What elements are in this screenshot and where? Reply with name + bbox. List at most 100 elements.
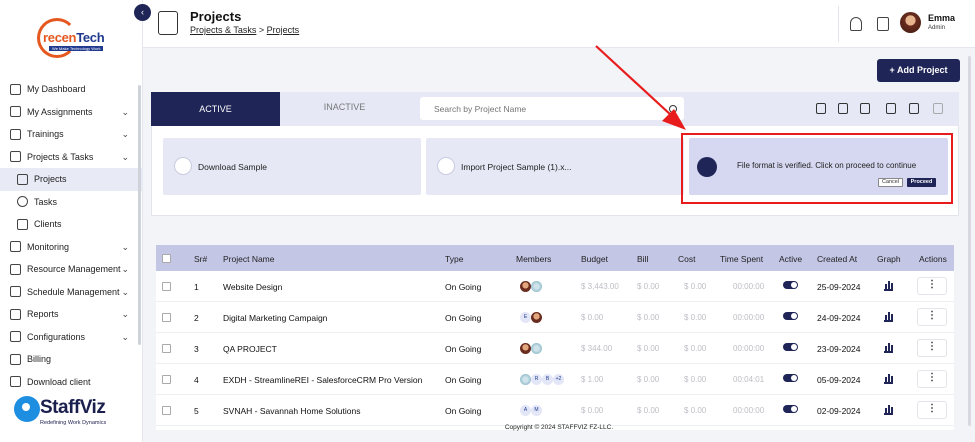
member-avatar[interactable]	[520, 281, 531, 292]
sidebar-item-download-client[interactable]: Download client	[0, 371, 143, 394]
column-header-created-at: Created At	[817, 254, 858, 264]
member-avatar[interactable]	[531, 343, 542, 354]
chevron-down-icon: ⌄	[121, 241, 129, 252]
project-bill: $ 0.00	[637, 406, 660, 415]
sidebar-item-clients[interactable]: Clients	[0, 213, 143, 236]
sidebar-item-monitoring[interactable]: Monitoring ⌄	[0, 236, 143, 259]
member-avatar[interactable]	[520, 343, 531, 354]
select-all-checkbox[interactable]	[162, 254, 171, 263]
sidebar-item-my-dashboard[interactable]: My Dashboard	[0, 78, 143, 101]
trash-icon[interactable]	[933, 103, 943, 114]
member-avatar[interactable]: +2	[553, 374, 564, 385]
member-avatar[interactable]: B	[542, 374, 553, 385]
member-avatar[interactable]	[531, 312, 542, 323]
table-row[interactable]: 5 SVNAH - Savannah Home Solutions On Going…	[156, 395, 954, 426]
graph-icon[interactable]	[884, 343, 893, 353]
row-checkbox[interactable]	[162, 282, 171, 291]
logo-text-left: recen	[43, 30, 77, 45]
row-checkbox[interactable]	[162, 406, 171, 415]
project-name[interactable]: Website Design	[223, 282, 282, 292]
project-bill: $ 0.00	[637, 375, 660, 384]
active-toggle[interactable]	[783, 374, 798, 382]
project-name[interactable]: Digital Marketing Campaign	[223, 313, 327, 323]
projects-table: Sr# Project Name Type Members Budget Bill Cost…	[156, 245, 954, 430]
project-time-spent: 00:00:00	[733, 344, 765, 353]
sidebar-scrollbar[interactable]	[138, 85, 141, 345]
import-file-box[interactable]: Import Project Sample (1).x...	[426, 138, 684, 195]
project-cost: $ 0.00	[684, 313, 707, 322]
active-toggle[interactable]	[783, 343, 798, 351]
export-icon[interactable]	[909, 103, 919, 114]
table-row[interactable]: 4 EXDH - StreamlineREI - SalesforceCRM Pr…	[156, 364, 954, 395]
import-icon[interactable]	[886, 103, 896, 114]
member-avatar[interactable]	[531, 281, 542, 292]
member-avatar[interactable]: R	[531, 374, 542, 385]
page-scrollbar[interactable]	[968, 56, 971, 426]
check-circle-icon	[17, 196, 28, 208]
sidebar-collapse-button[interactable]: ‹	[134, 4, 151, 21]
sidebar-item-configurations[interactable]: Configurations ⌄	[0, 326, 143, 349]
table-row[interactable]: 2 Digital Marketing Campaign On Going E $ 0.…	[156, 302, 954, 333]
project-type: On Going	[445, 375, 482, 385]
graph-icon[interactable]	[884, 281, 893, 291]
sidebar-item-resource-management[interactable]: Resource Management ⌄	[0, 258, 143, 281]
tab-active[interactable]: ACTIVE	[151, 92, 280, 126]
table-row[interactable]: 1 Website Design On Going $ 3,443.00 $ 0.00 $…	[156, 271, 954, 302]
row-actions-button[interactable]: ⋮	[917, 370, 947, 388]
tab-inactive[interactable]: INACTIVE	[280, 92, 409, 126]
created-at: 25-09-2024	[817, 282, 861, 292]
project-name[interactable]: SVNAH - Savannah Home Solutions	[223, 406, 361, 416]
sidebar-item-tasks[interactable]: Tasks	[0, 191, 143, 214]
member-avatar[interactable]: E	[520, 312, 531, 323]
project-name[interactable]: EXDH - StreamlineREI - SalesforceCRM Pro…	[223, 375, 422, 385]
row-checkbox[interactable]	[162, 313, 171, 322]
add-project-button[interactable]: + Add Project	[877, 59, 960, 82]
row-checkbox[interactable]	[162, 344, 171, 353]
row-sr: 1	[194, 282, 199, 292]
sort-icon[interactable]	[838, 103, 848, 114]
download-icon	[10, 376, 21, 388]
sidebar-item-billing[interactable]: Billing	[0, 348, 143, 371]
graph-icon[interactable]	[884, 374, 893, 384]
filter-icon[interactable]	[860, 103, 870, 114]
active-toggle[interactable]	[783, 312, 798, 320]
graph-icon[interactable]	[884, 405, 893, 415]
member-avatar[interactable]: A	[520, 405, 531, 416]
graph-icon[interactable]	[884, 312, 893, 322]
breadcrumb-parent-link[interactable]: Projects & Tasks	[190, 25, 256, 35]
sidebar-item-projects[interactable]: Projects	[0, 168, 143, 191]
sidebar-item-label: Tasks	[34, 196, 58, 207]
calendar-icon	[10, 286, 21, 298]
column-header-cost: Cost	[678, 254, 696, 264]
row-actions-button[interactable]: ⋮	[917, 401, 947, 419]
row-checkbox[interactable]	[162, 375, 171, 384]
project-type: On Going	[445, 406, 482, 416]
staffviz-logo: StaffViz Redefining Work Dynamics	[14, 396, 134, 432]
download-sample-button[interactable]: Download Sample	[163, 138, 421, 195]
sidebar-item-reports[interactable]: Reports ⌄	[0, 303, 143, 326]
project-name[interactable]: QA PROJECT	[223, 344, 277, 354]
avatar[interactable]	[900, 12, 921, 33]
row-actions-button[interactable]: ⋮	[917, 308, 947, 326]
sidebar-item-projects-tasks[interactable]: Projects & Tasks ⌄	[0, 146, 143, 169]
id-card-icon[interactable]	[877, 17, 889, 31]
user-name[interactable]: Emma	[928, 13, 955, 23]
member-avatar[interactable]	[520, 374, 531, 385]
active-toggle[interactable]	[783, 281, 798, 289]
sidebar-item-schedule-management[interactable]: Schedule Management ⌄	[0, 281, 143, 304]
row-actions-button[interactable]: ⋮	[917, 339, 947, 357]
column-header-graph: Graph	[877, 254, 901, 264]
member-avatar[interactable]: M	[531, 405, 542, 416]
project-bill: $ 0.00	[637, 313, 660, 322]
active-toggle[interactable]	[783, 405, 798, 413]
sidebar-item-trainings[interactable]: Trainings ⌄	[0, 123, 143, 146]
breadcrumb-current-link[interactable]: Projects	[267, 25, 300, 35]
table-row[interactable]: 3 QA PROJECT On Going $ 344.00 $ 0.00 $ 0.00 0…	[156, 333, 954, 364]
assignments-icon	[10, 106, 21, 118]
column-header-project-name: Project Name	[223, 254, 275, 264]
list-view-icon[interactable]	[816, 103, 826, 114]
bell-icon[interactable]	[850, 17, 862, 31]
sidebar-item-my-assignments[interactable]: My Assignments ⌄	[0, 101, 143, 124]
row-actions-button[interactable]: ⋮	[917, 277, 947, 295]
logo-text-right: Tech	[76, 30, 105, 45]
